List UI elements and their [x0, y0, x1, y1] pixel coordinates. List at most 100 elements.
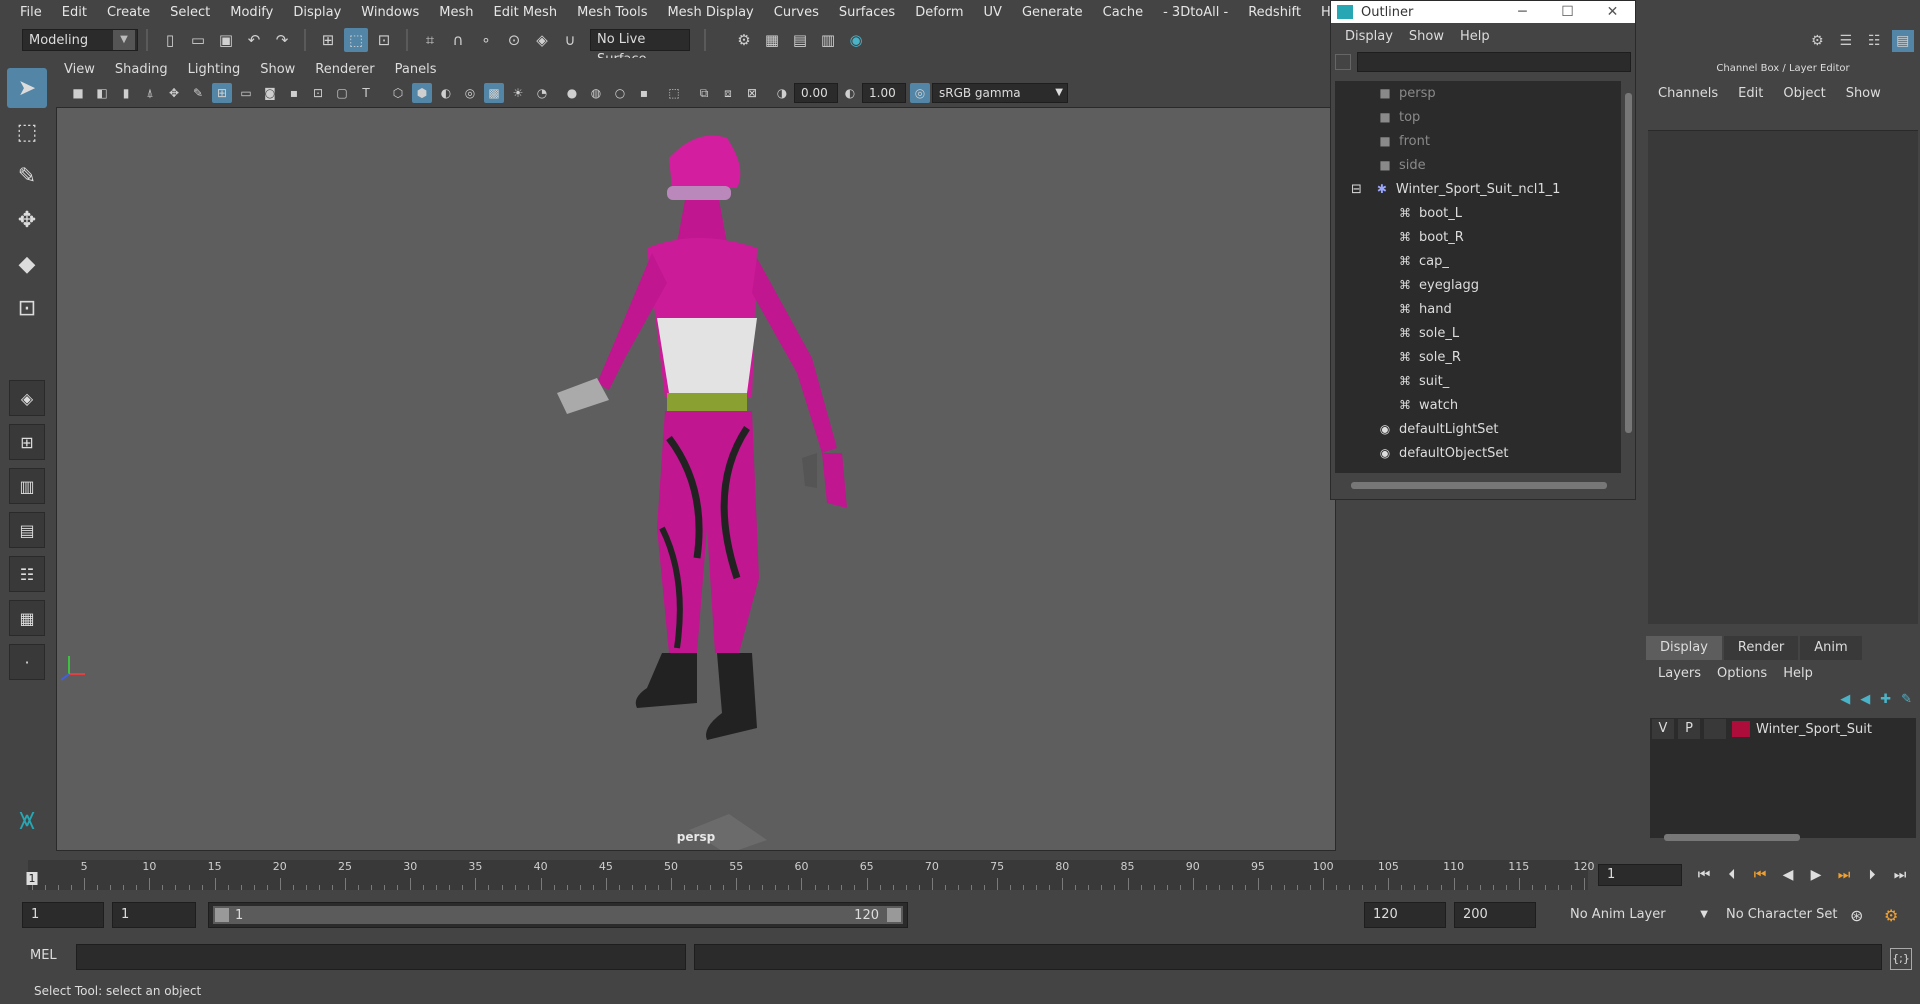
- snap-grid-icon[interactable]: ⌗: [418, 28, 442, 52]
- channel-menu-channels[interactable]: Channels: [1648, 86, 1728, 101]
- outliner-item-mesh[interactable]: ⌘ boot_L: [1335, 201, 1621, 225]
- outliner-item-camera[interactable]: ■ top: [1335, 105, 1621, 129]
- render-frame-icon[interactable]: ▦: [760, 28, 784, 52]
- ipr-render-icon[interactable]: ▤: [788, 28, 812, 52]
- menu-windows[interactable]: Windows: [351, 5, 429, 20]
- textured-icon[interactable]: ▩: [484, 83, 504, 103]
- menu-create[interactable]: Create: [97, 5, 160, 20]
- tab-display[interactable]: Display: [1646, 636, 1722, 660]
- gamma-icon[interactable]: ◐: [840, 83, 860, 103]
- outliner-item-camera[interactable]: ■ front: [1335, 129, 1621, 153]
- panel-menu-view[interactable]: View: [54, 62, 105, 77]
- menu-redshift[interactable]: Redshift: [1238, 5, 1311, 20]
- live-surface-field[interactable]: No Live Surface: [590, 29, 690, 67]
- select-tool-icon[interactable]: ➤: [7, 68, 47, 108]
- image-plane-icon[interactable]: ⍋: [140, 83, 160, 103]
- wireframe-icon[interactable]: ⬡: [388, 83, 408, 103]
- field-chart-icon[interactable]: ⊡: [308, 83, 328, 103]
- menu-cache[interactable]: Cache: [1093, 5, 1153, 20]
- xray-joints-icon[interactable]: ⧉: [694, 83, 714, 103]
- playback-end-field[interactable]: 120: [1364, 902, 1446, 928]
- film-gate-icon[interactable]: ▭: [236, 83, 256, 103]
- outliner-item-mesh[interactable]: ⌘ boot_R: [1335, 225, 1621, 249]
- collapse-icon[interactable]: ⊟: [1351, 182, 1362, 197]
- menu-edit-mesh[interactable]: Edit Mesh: [484, 5, 568, 20]
- script-editor-icon[interactable]: {;}: [1890, 948, 1912, 970]
- outliner-item-camera[interactable]: ■ side: [1335, 153, 1621, 177]
- menu-deform[interactable]: Deform: [905, 5, 973, 20]
- tool-settings-icon[interactable]: ☷: [1863, 30, 1886, 52]
- isolate-select-icon[interactable]: ⬚: [664, 83, 684, 103]
- motion-blur-icon[interactable]: ◍: [586, 83, 606, 103]
- time-ruler[interactable]: 1 5 10 15 20 25 30 35 40 45 50 55 60 65 70 75 80 85 90 95 1…: [26, 860, 1595, 890]
- snap-view-icon[interactable]: ⊙: [502, 28, 526, 52]
- gate-mask-icon[interactable]: ▪: [284, 83, 304, 103]
- shadows-icon[interactable]: ◔: [532, 83, 552, 103]
- outliner-item-mesh[interactable]: ⌘ eyeglagg: [1335, 273, 1621, 297]
- step-back-key-icon[interactable]: ⏮: [1746, 864, 1774, 886]
- outliner-item-set[interactable]: ◉ defaultObjectSet: [1335, 441, 1621, 465]
- view-transform-dropdown[interactable]: sRGB gamma ▼: [932, 83, 1068, 103]
- layer-color-swatch[interactable]: [1732, 721, 1750, 737]
- camera-icon[interactable]: ■: [68, 83, 88, 103]
- range-fill[interactable]: 1 120: [213, 906, 903, 924]
- scrollbar-thumb[interactable]: [1625, 93, 1632, 433]
- snap-surface-icon[interactable]: ◈: [530, 28, 554, 52]
- color-management-icon[interactable]: ◎: [910, 83, 930, 103]
- anti-aliasing-icon[interactable]: ○: [610, 83, 630, 103]
- select-component-icon[interactable]: ⊡: [372, 28, 396, 52]
- 2d-pan-icon[interactable]: ✥: [164, 83, 184, 103]
- outliner-search-field[interactable]: [1357, 52, 1631, 72]
- go-to-end-icon[interactable]: ⏭: [1886, 864, 1914, 886]
- safe-title-icon[interactable]: T: [356, 83, 376, 103]
- open-scene-icon[interactable]: ▭: [186, 28, 210, 52]
- undo-icon[interactable]: ↶: [242, 28, 266, 52]
- current-frame-field[interactable]: 1: [1598, 864, 1682, 886]
- outliner-item-mesh[interactable]: ⌘ sole_R: [1335, 345, 1621, 369]
- filter-icon[interactable]: [1335, 54, 1351, 70]
- menu-mesh[interactable]: Mesh: [429, 5, 483, 20]
- panel-menu-lighting[interactable]: Lighting: [178, 62, 251, 77]
- camera-attr-icon[interactable]: ◧: [92, 83, 112, 103]
- render-settings-icon[interactable]: ⚙: [732, 28, 756, 52]
- layer-menu-options[interactable]: Options: [1709, 666, 1775, 681]
- hypershade-icon[interactable]: ◉: [844, 28, 868, 52]
- persp-graph-layout-icon[interactable]: ▤: [9, 512, 45, 548]
- channel-box-icon[interactable]: ▤: [1891, 30, 1914, 52]
- step-forward-key-icon[interactable]: ⏭: [1830, 864, 1858, 886]
- single-perspective-layout-icon[interactable]: ◈: [9, 380, 45, 416]
- wireframe-on-shaded-icon[interactable]: ◐: [436, 83, 456, 103]
- menu-3dtoall[interactable]: - 3DtoAll -: [1153, 5, 1238, 20]
- range-start-handle[interactable]: [215, 908, 229, 922]
- save-scene-icon[interactable]: ▣: [214, 28, 238, 52]
- lasso-tool-icon[interactable]: ⬚: [7, 112, 47, 152]
- play-forward-icon[interactable]: ▶: [1802, 864, 1830, 886]
- redo-icon[interactable]: ↷: [270, 28, 294, 52]
- channel-box-area[interactable]: [1648, 130, 1918, 624]
- hypershade-layout-icon[interactable]: ▦: [9, 600, 45, 636]
- paint-select-icon[interactable]: ✎: [7, 156, 47, 196]
- tab-render[interactable]: Render: [1723, 636, 1799, 660]
- outliner-item-mesh[interactable]: ⌘ cap_: [1335, 249, 1621, 273]
- menu-generate[interactable]: Generate: [1012, 5, 1093, 20]
- menu-select[interactable]: Select: [160, 5, 220, 20]
- safe-action-icon[interactable]: ▢: [332, 83, 352, 103]
- select-object-icon[interactable]: ⬚: [344, 28, 368, 52]
- xray-active-icon[interactable]: ⧈: [718, 83, 738, 103]
- layer-display-type-toggle[interactable]: [1704, 719, 1726, 739]
- command-input[interactable]: [76, 944, 686, 970]
- new-layer-icon[interactable]: ✚: [1880, 692, 1891, 707]
- outliner-item-group[interactable]: ⊟ ✱ Winter_Sport_Suit_ncl1_1: [1335, 177, 1621, 201]
- layer-visibility-toggle[interactable]: V: [1652, 719, 1674, 739]
- smooth-shade-icon[interactable]: ⬢: [412, 83, 432, 103]
- layer-horizontal-scrollbar[interactable]: [1652, 832, 1914, 842]
- outliner-menu-help[interactable]: Help: [1452, 29, 1498, 44]
- layer-menu-help[interactable]: Help: [1775, 666, 1821, 681]
- outliner-item-mesh[interactable]: ⌘ watch: [1335, 393, 1621, 417]
- gamma-field[interactable]: 1.00: [862, 83, 906, 103]
- xray-icon[interactable]: ◎: [460, 83, 480, 103]
- panel-menu-renderer[interactable]: Renderer: [305, 62, 384, 77]
- outliner-menu-show[interactable]: Show: [1401, 29, 1452, 44]
- channel-menu-edit[interactable]: Edit: [1728, 86, 1773, 101]
- new-scene-icon[interactable]: ▯: [158, 28, 182, 52]
